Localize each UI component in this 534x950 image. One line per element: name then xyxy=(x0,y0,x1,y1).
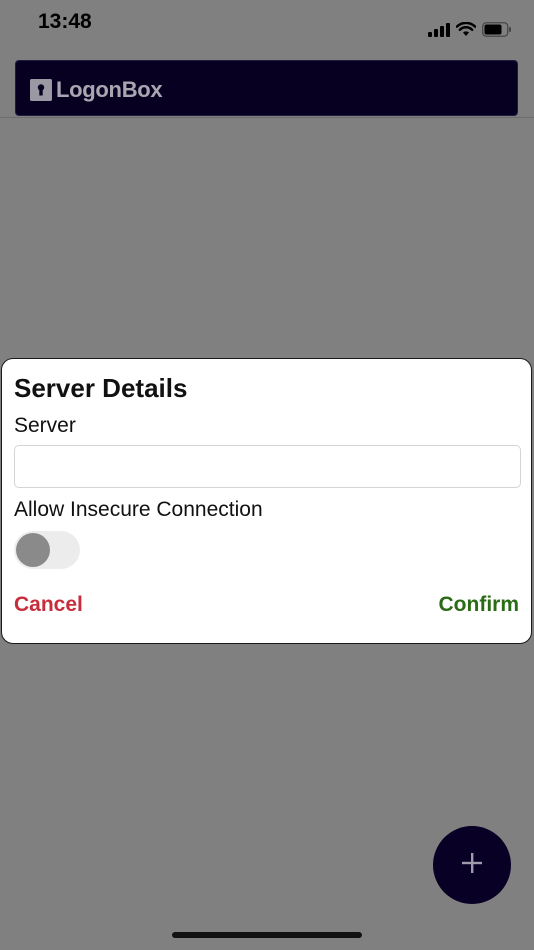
logo-text: LogonBox xyxy=(56,77,163,102)
allow-insecure-toggle[interactable] xyxy=(14,531,80,569)
wifi-icon xyxy=(455,21,477,42)
cancel-button[interactable]: Cancel xyxy=(14,593,83,617)
server-label: Server xyxy=(14,414,76,437)
battery-icon xyxy=(482,22,512,42)
server-details-dialog: Server Details Server Allow Insecure Con… xyxy=(1,358,532,644)
dialog-title: Server Details xyxy=(14,373,188,403)
logo: LogonBox xyxy=(30,77,163,103)
confirm-button[interactable]: Confirm xyxy=(439,593,520,617)
add-server-button[interactable] xyxy=(433,826,511,904)
allow-insecure-label: Allow Insecure Connection xyxy=(14,498,263,521)
keyhole-icon xyxy=(30,79,52,101)
status-icons xyxy=(428,21,512,42)
header-divider xyxy=(0,117,534,118)
app-header: LogonBox xyxy=(15,60,518,116)
toggle-knob xyxy=(16,533,50,567)
status-bar: 13:48 xyxy=(0,0,534,50)
server-input[interactable] xyxy=(14,445,521,488)
cellular-signal-icon xyxy=(428,22,450,42)
home-indicator[interactable] xyxy=(172,932,362,938)
plus-icon xyxy=(460,851,484,880)
status-time: 13:48 xyxy=(38,10,92,33)
